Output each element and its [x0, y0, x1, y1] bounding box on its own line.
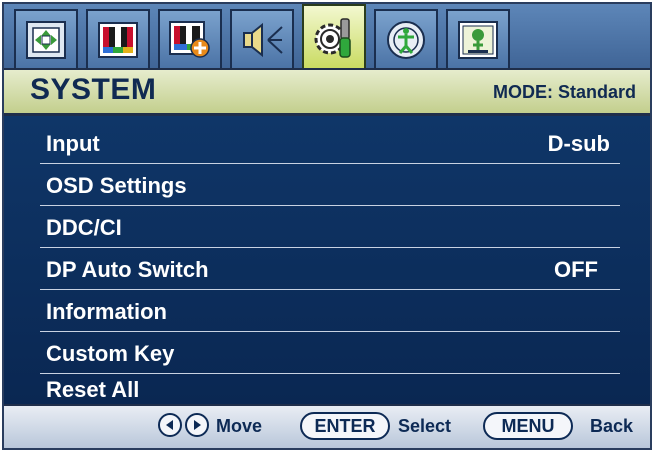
menu-item-label: Custom Key	[46, 341, 175, 366]
tab-picture[interactable]	[86, 9, 150, 69]
tab-audio[interactable]	[230, 9, 294, 69]
mode-indicator: MODE: Standard	[492, 82, 636, 102]
key-hint-bar: Move ENTER Select MENU Back	[4, 404, 650, 448]
right-arrow-icon	[194, 420, 201, 430]
tab-bar	[4, 4, 650, 70]
menu-item-label: DP Auto Switch	[46, 257, 209, 282]
menu-item-label: DDC/CI	[46, 215, 122, 240]
right-arrow-button[interactable]	[185, 413, 209, 437]
select-hint: Select	[398, 416, 452, 436]
menu-item-information[interactable]: Information	[40, 294, 620, 332]
menu-item-label: Reset All	[46, 377, 140, 402]
menu-item-value: OFF	[554, 257, 598, 282]
menu-item-value: D-sub	[547, 131, 610, 156]
tab-picture-advanced[interactable]	[158, 9, 222, 69]
display-position-icon	[26, 21, 66, 59]
menu-item-osd-settings[interactable]: OSD Settings	[40, 168, 620, 206]
menu-item-label: Information	[46, 299, 167, 324]
system-icon	[314, 18, 351, 58]
enter-button[interactable]: ENTER	[300, 412, 390, 440]
move-hint: Move	[216, 416, 263, 436]
page-title: SYSTEM	[30, 73, 157, 106]
menu-item-label: OSD Settings	[46, 173, 187, 198]
back-hint: Back	[590, 416, 634, 436]
left-arrow-button[interactable]	[158, 413, 182, 437]
tab-display[interactable]	[14, 9, 78, 69]
audio-icon	[243, 22, 283, 58]
left-arrow-icon	[166, 420, 173, 430]
menu-item-label: Input	[46, 131, 100, 156]
tab-system[interactable]	[302, 4, 366, 70]
save-settings-icon	[458, 21, 498, 59]
menu-item-ddc-ci[interactable]: DDC/CI	[40, 210, 620, 248]
menu-item-input[interactable]: Input D-sub	[40, 126, 620, 164]
menu-button[interactable]: MENU	[483, 412, 573, 440]
menu-item-custom-key[interactable]: Custom Key	[40, 336, 620, 374]
osd-window: SYSTEM MODE: Standard Input D-sub OSD Se…	[2, 2, 652, 450]
picture-icon	[98, 22, 138, 58]
picture-advanced-icon	[169, 21, 210, 58]
tab-save-settings[interactable]	[446, 9, 510, 69]
eco-icon	[387, 21, 425, 59]
system-menu: Input D-sub OSD Settings DDC/CI DP Auto …	[4, 116, 650, 404]
section-header: SYSTEM MODE: Standard	[4, 68, 650, 116]
menu-item-dp-auto-switch[interactable]: DP Auto Switch OFF	[40, 252, 620, 290]
tab-eco[interactable]	[374, 9, 438, 69]
